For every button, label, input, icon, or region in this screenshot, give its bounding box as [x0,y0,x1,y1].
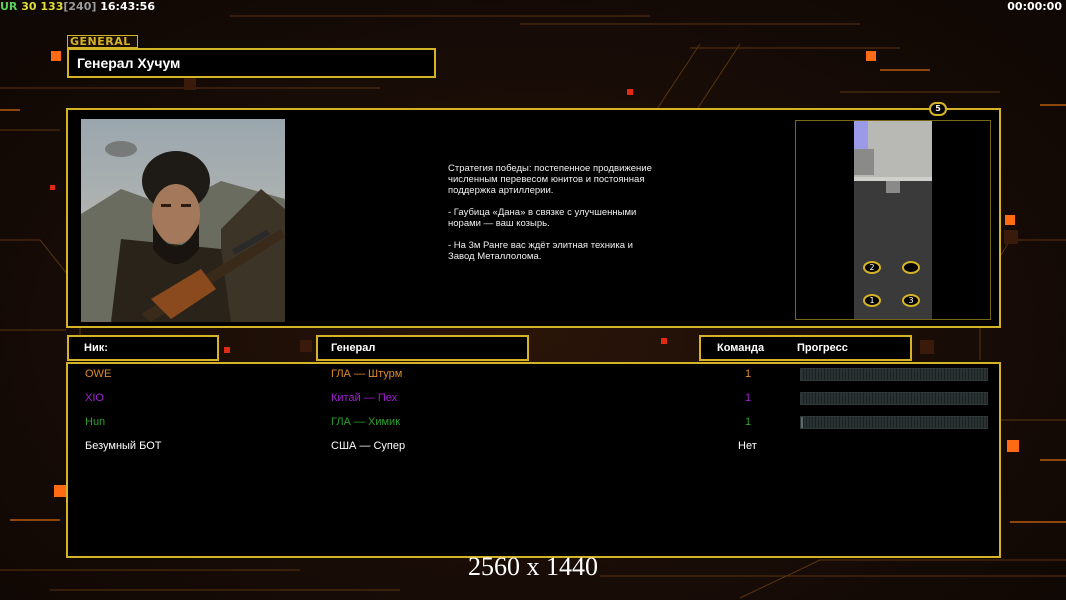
player-row: OWE ГЛА — Штурм 1 [68,365,999,385]
performance-overlay: UR 30 133[240] 16:43:56 [0,0,155,14]
minimap[interactable]: 2 1 3 [795,120,991,320]
team-header-label: Команда [717,342,765,354]
strategy-line: - На 3м Ранге вас ждёт элитная техника и… [448,240,633,262]
map-player-count-badge: 5 [929,102,947,116]
general-tag: GENERAL [67,35,138,48]
player-general: ГЛА — Химик [331,416,401,428]
spawn-point-1[interactable]: 1 [863,294,881,307]
strategy-description: Стратегия победы: постепенное продвижени… [448,163,658,273]
player-team: 1 [745,368,752,380]
progress-header-label: Прогресс [797,342,848,354]
spawn-point-2[interactable]: 2 [863,261,881,274]
frame-cap: [240] [63,0,97,13]
player-team: 1 [745,416,752,428]
match-timer: 00:00:00 [1007,0,1062,13]
spawn-point-3[interactable]: 3 [902,294,920,307]
clock: 16:43:56 [100,0,155,13]
progress-bar [800,368,988,381]
player-general: Китай — Пех [331,392,398,404]
general-header-label: Генерал [331,342,376,354]
general-header: Генерал [316,335,529,361]
portrait-image [81,119,285,322]
fps-value: 30 [21,0,37,13]
player-nick: OWE [85,368,112,380]
general-name: Генерал Хучум [77,55,181,71]
spawn-point-empty[interactable] [902,261,920,274]
progress-bar [800,392,988,405]
frame-count: 133 [40,0,64,13]
player-row: Безумный БОТ США — Супер Нет [68,437,999,457]
progress-bar [800,416,988,429]
ur-label: UR [0,0,18,13]
nick-header-label: Ник: [84,342,108,354]
strategy-line: Стратегия победы: постепенное продвижени… [448,163,652,196]
minimap-terrain [796,121,990,319]
player-general: ГЛА — Штурм [331,368,403,380]
player-team: Нет [738,440,757,452]
general-portrait [81,119,285,322]
players-list: OWE ГЛА — Штурм 1 XIO Китай — Пех 1 Hun … [66,362,1001,558]
player-row: Hun ГЛА — Химик 1 [68,413,999,433]
strategy-line: - Гаубица «Дана» в связке с улучшенными … [448,207,637,229]
nick-header: Ник: [67,335,219,361]
progress-bar-fill [801,417,803,428]
player-nick: Hun [85,416,106,428]
resolution-label: 2560 x 1440 [468,552,598,581]
player-nick: Безумный БОТ [85,440,162,452]
general-info-panel: Стратегия победы: постепенное продвижени… [66,108,1001,328]
player-team: 1 [745,392,752,404]
general-title-box: Генерал Хучум [67,48,436,78]
team-progress-header: Команда Прогресс [699,335,912,361]
player-nick: XIO [85,392,104,404]
player-row: XIO Китай — Пех 1 [68,389,999,409]
player-general: США — Супер [331,440,406,452]
